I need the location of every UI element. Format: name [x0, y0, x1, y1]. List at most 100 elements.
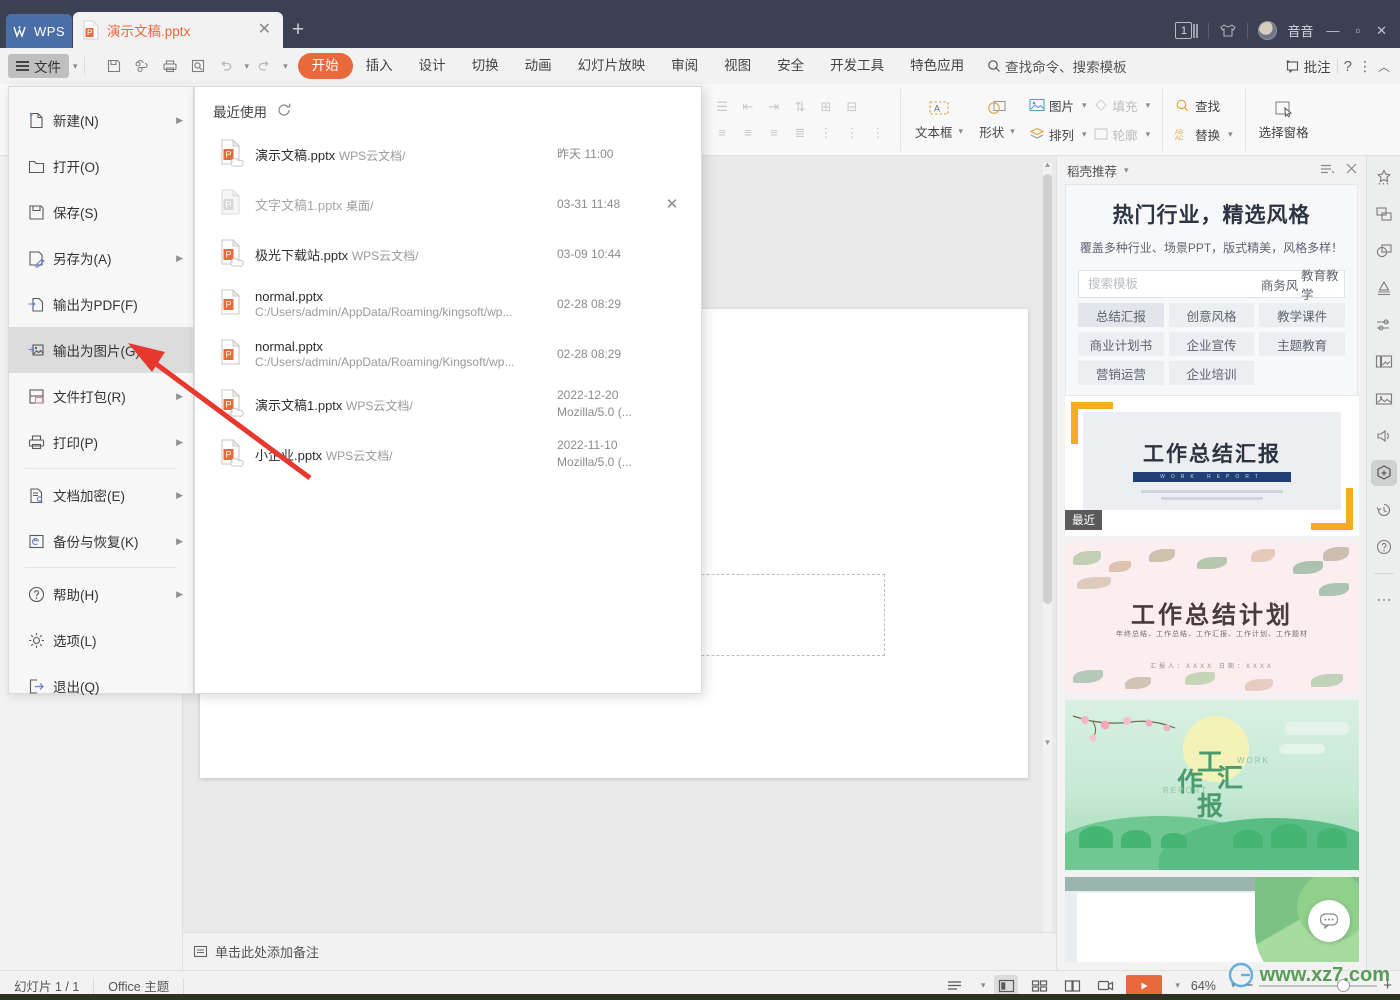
align-justify-icon[interactable]: ≣ [795, 125, 806, 141]
refresh-icon[interactable] [276, 102, 292, 121]
tab-huandengpian-fangying[interactable]: 幻灯片放映 [565, 53, 659, 79]
cloud-sync-icon[interactable] [129, 53, 155, 79]
command-search[interactable]: 查找命令、搜索模板 [987, 56, 1127, 76]
search-chip-business[interactable]: 商务风 [1258, 271, 1301, 297]
tab-shenyue[interactable]: 审阅 [658, 53, 711, 79]
zoom-level-label[interactable]: 64% [1189, 977, 1218, 995]
recent-file-row[interactable]: P normal.pptx C:/Users/admin/AppData/Roa… [199, 329, 697, 379]
file-menu-item-save[interactable]: 保存(S) [9, 189, 193, 235]
scroll-up-arrow-icon[interactable]: ▲ [1043, 160, 1052, 169]
recent-files-panel[interactable]: 最近使用 P 演示文稿.pptx WPS云文档/ 昨天 11:00 P 文字文稿… [194, 86, 702, 694]
more-options-button[interactable]: ⋮ [1358, 58, 1372, 75]
file-menu-item-exit[interactable]: 退出(Q) [9, 663, 193, 709]
file-menu-item-print[interactable]: 打印(P) ▶ [9, 419, 193, 465]
arrange-button[interactable]: 排列 ▾ [1026, 122, 1090, 146]
tag-chuangyifengge[interactable]: 创意风格 [1168, 303, 1255, 327]
text-effect-icon[interactable] [1371, 275, 1397, 301]
shape-icon[interactable] [1371, 238, 1397, 264]
tag-jiaoxuekejian[interactable]: 教学课件 [1259, 303, 1346, 327]
tab-shitu[interactable]: 视图 [711, 53, 764, 79]
avatar[interactable] [1258, 21, 1278, 40]
zoom-slider-track[interactable] [1259, 978, 1378, 992]
file-menu-item-export-pdf[interactable]: 输出为PDF(F) [9, 281, 193, 327]
minimize-button[interactable]: — [1323, 23, 1342, 38]
maximize-button[interactable]: ▫ [1352, 23, 1363, 38]
chevron-down-icon[interactable]: ▾ [1082, 129, 1087, 140]
tag-shangyejihuashu[interactable]: 商业计划书 [1078, 332, 1164, 356]
help-button[interactable]: ? [1344, 58, 1352, 75]
align-left-icon[interactable]: ≡ [718, 125, 726, 140]
bullet-list-icon[interactable]: ☰ [716, 99, 728, 115]
template-thumbnail-list[interactable]: 工作总结汇报 WORK REPORT 最近 工作总结计划 年终总结、工作总结、工… [1065, 396, 1359, 962]
save-icon[interactable] [101, 53, 127, 79]
chevron-down-icon[interactable]: ▾ [1175, 980, 1180, 991]
list-view-icon[interactable] [1320, 163, 1335, 178]
zoom-slider[interactable]: − + [1244, 977, 1392, 994]
audio-icon[interactable] [1371, 423, 1397, 449]
image-icon[interactable] [1371, 386, 1397, 412]
text-direction-icon[interactable]: ⊞ [821, 99, 832, 115]
replace-button[interactable]: AB AC 替换 ▾ [1172, 122, 1236, 146]
history-icon[interactable] [1371, 497, 1397, 523]
zoom-in-button[interactable]: + [1383, 977, 1392, 994]
increase-indent-icon[interactable]: ⇥ [769, 99, 780, 115]
file-menu-item-help[interactable]: 帮助(H) ▶ [9, 571, 193, 617]
tab-charu[interactable]: 插入 [353, 53, 406, 79]
print-preview-icon[interactable] [185, 53, 211, 79]
editor-vertical-scrollbar[interactable]: ▲ ▼ [1043, 160, 1052, 932]
file-menu-item-options[interactable]: 选项(L) [9, 617, 193, 663]
chevron-down-icon[interactable]: ▾ [1231, 980, 1236, 991]
window-count-badge[interactable]: 1 [1175, 22, 1199, 39]
chevron-down-icon[interactable]: ▾ [958, 126, 963, 137]
file-menu-item-save-as[interactable]: 另存为(A) ▶ [9, 235, 193, 281]
file-menu-item-package[interactable]: 文件打包(R) ▶ [9, 373, 193, 419]
template-card-1[interactable]: 工作总结汇报 WORK REPORT 最近 [1065, 396, 1359, 536]
tab-tesheyingyong[interactable]: 特色应用 [897, 53, 977, 79]
new-tab-button[interactable]: + [283, 12, 313, 48]
align-text-icon[interactable]: ⊟ [847, 99, 858, 115]
tab-kaishi[interactable]: 开始 [297, 53, 353, 79]
tag-qiyexuanchuan[interactable]: 企业宣传 [1168, 332, 1255, 356]
customer-service-chat-button[interactable] [1308, 900, 1350, 942]
search-chip-education[interactable]: 教育教学 [1301, 269, 1344, 302]
print-icon[interactable] [157, 53, 183, 79]
chevron-down-icon[interactable]: ▾ [1010, 126, 1015, 137]
shape-button[interactable]: 形状 ▾ [968, 91, 1026, 149]
align-right-icon[interactable]: ≡ [770, 125, 778, 140]
feature-star-icon[interactable] [1371, 164, 1397, 190]
zoom-out-button[interactable]: − [1244, 977, 1253, 994]
chevron-down-icon[interactable]: ▾ [1146, 129, 1151, 140]
tab-qiehuan[interactable]: 切换 [459, 53, 512, 79]
file-menu-item-export-image[interactable]: 输出为图片(G) [9, 327, 193, 373]
theme-indicator[interactable]: Office 主题 [94, 977, 183, 995]
adjust-sliders-icon[interactable] [1371, 312, 1397, 338]
tag-yingxiaoyunying[interactable]: 营销运营 [1078, 361, 1164, 385]
picture-button[interactable]: 图片 ▾ [1026, 93, 1090, 117]
scrollbar-thumb[interactable] [1043, 174, 1052, 604]
wps-logo-button[interactable]: WPS [6, 14, 72, 48]
tag-zhutijiaoyu[interactable]: 主题教育 [1259, 332, 1346, 356]
file-menu-button[interactable]: 文件 [8, 54, 69, 78]
tab-donghua[interactable]: 动画 [512, 53, 565, 79]
more-dots-icon[interactable] [1371, 587, 1397, 613]
template-card-3[interactable]: 工 作 汇 报 WORK REPORT [1065, 700, 1359, 870]
customize-qat-icon[interactable]: ▾ [283, 61, 288, 72]
recent-file-row[interactable]: P normal.pptx C:/Users/admin/AppData/Roa… [199, 279, 697, 329]
select-pane-button[interactable]: 选择窗格 [1255, 91, 1313, 149]
chevron-down-icon[interactable]: ▾ [1124, 165, 1129, 176]
document-tab[interactable]: P 演示文稿.pptx ✕ [73, 12, 283, 48]
redo-icon[interactable] [251, 53, 277, 79]
decrease-indent-icon[interactable]: ⇤ [743, 99, 754, 115]
recent-file-row[interactable]: P 极光下载站.pptx WPS云文档/ 03-09 10:44 [199, 229, 697, 279]
template-search-input[interactable] [1079, 271, 1258, 297]
find-button[interactable]: 查找 [1172, 93, 1236, 117]
tab-anquan[interactable]: 安全 [764, 53, 817, 79]
window-close-button[interactable]: ✕ [1373, 23, 1390, 39]
file-menu-item-encrypt[interactable]: 文档加密(E) ▶ [9, 472, 193, 518]
chevron-down-icon[interactable]: ▾ [1082, 100, 1087, 111]
tag-zongjiehuibao[interactable]: 总结汇报 [1078, 303, 1164, 327]
fill-button[interactable]: 填充 ▾ [1090, 93, 1154, 117]
template-search-bar[interactable]: 商务风 教育教学 [1078, 269, 1345, 302]
file-menu-item-new[interactable]: 新建(N) ▶ [9, 97, 193, 143]
skin-tshirt-icon[interactable] [1219, 23, 1237, 39]
